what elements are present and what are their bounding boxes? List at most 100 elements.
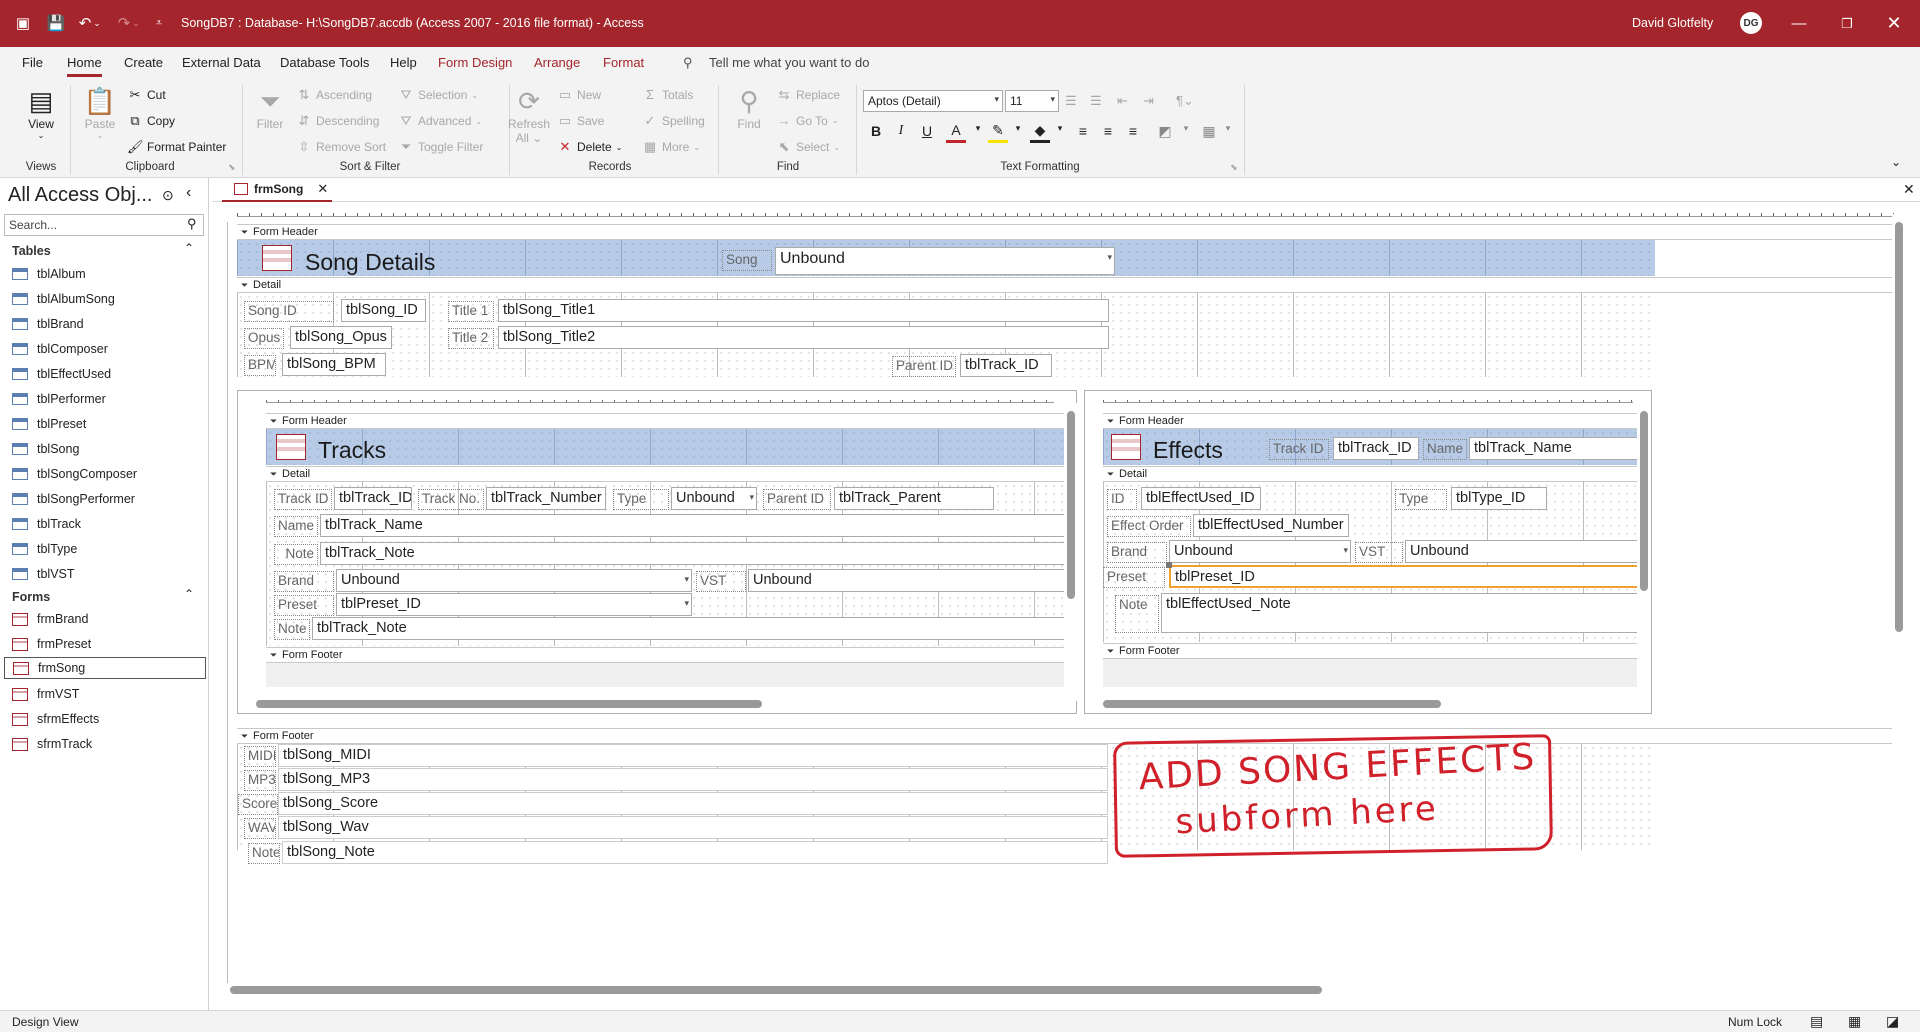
copy-button[interactable]: ⧉ Copy <box>127 113 175 129</box>
song-note-field[interactable]: tblSong_Note <box>282 841 1108 864</box>
type-label[interactable]: Type <box>613 489 669 510</box>
opus-label[interactable]: Opus <box>244 328 284 349</box>
totals-button[interactable]: Σ Totals <box>642 87 693 102</box>
nav-item-tbleffectused[interactable]: tblEffectUsed <box>12 363 204 385</box>
brand-combo[interactable]: Unbound ▾ <box>336 569 692 592</box>
scroll-thumb[interactable] <box>1640 411 1648 591</box>
tab-help[interactable]: Help <box>390 55 417 70</box>
ascending-button[interactable]: ⇅ Ascending <box>296 87 373 103</box>
bpm-label[interactable]: BPM <box>244 355 276 376</box>
preset-id-field-selected[interactable]: tblPreset_ID <box>1169 565 1639 588</box>
nav-item-frmpreset[interactable]: frmPreset <box>12 633 204 655</box>
nav-item-frmsong[interactable]: frmSong <box>4 657 206 679</box>
section-detail[interactable]: Detail <box>237 277 1897 293</box>
advanced-button[interactable]: ⛛ Advanced ⌄ <box>398 113 483 129</box>
tab-create[interactable]: Create <box>124 55 163 70</box>
preset-label[interactable]: Preset <box>274 595 334 616</box>
vst-label[interactable]: VST <box>1355 542 1403 563</box>
search-input[interactable]: Search... <box>4 214 204 236</box>
tell-me-search[interactable]: Tell me what you want to do <box>709 55 869 70</box>
song-combo[interactable]: Unbound ▾ <box>775 247 1115 275</box>
chevron-down-icon[interactable]: ▾ <box>1176 123 1196 143</box>
song-id-field[interactable]: tblSong_ID <box>341 299 426 322</box>
tab-form-design[interactable]: Form Design <box>438 55 512 70</box>
midi-field[interactable]: tblSong_MIDI <box>278 744 1108 767</box>
form-view-icon[interactable]: ▤ <box>1810 1013 1823 1030</box>
note2-label[interactable]: Note <box>274 619 310 640</box>
close-document-icon[interactable]: ✕ <box>1903 181 1915 198</box>
go-to-button[interactable]: → Go To ⌄ <box>776 113 839 128</box>
chevron-down-icon[interactable]: ▾ <box>1050 123 1070 143</box>
remove-sort-button[interactable]: ⇳ Remove Sort <box>296 139 386 155</box>
track-id-field[interactable]: tblTrack_ID <box>1333 437 1419 460</box>
nav-item-tblperformer[interactable]: tblPerformer <box>12 388 204 410</box>
track-number-field[interactable]: tblTrack_Number <box>486 487 606 510</box>
effect-used-number-field[interactable]: tblEffectUsed_Number <box>1193 514 1349 537</box>
vst-field[interactable]: Unbound <box>1405 540 1639 563</box>
name-label[interactable]: Name <box>1423 439 1467 460</box>
avatar[interactable]: DG <box>1740 12 1762 34</box>
gridlines-icon[interactable]: ▦ <box>1199 123 1219 143</box>
mp3-label[interactable]: MP3 <box>244 770 276 791</box>
scroll-thumb[interactable] <box>230 986 1322 994</box>
note-label[interactable]: Note <box>248 843 280 864</box>
track-id-label[interactable]: Track ID <box>1269 439 1329 460</box>
selection-button[interactable]: ⛛ Selection ⌄ <box>398 87 479 103</box>
paragraph-direction-icon[interactable]: ¶⌄ <box>1176 93 1194 109</box>
tab-external-data[interactable]: External Data <box>182 55 261 70</box>
parent-id-field[interactable]: tblTrack_ID <box>960 354 1052 377</box>
user-name[interactable]: David Glotfelty <box>1632 16 1713 30</box>
undo-dropdown-icon[interactable]: ⌄ <box>92 12 102 34</box>
nav-item-tblsongperformer[interactable]: tblSongPerformer <box>12 488 204 510</box>
scroll-thumb[interactable] <box>1895 222 1903 632</box>
nav-item-tbltrack[interactable]: tblTrack <box>12 513 204 535</box>
fill-color-icon[interactable]: ◆ <box>1030 122 1050 143</box>
opus-field[interactable]: tblSong_Opus <box>290 326 392 349</box>
move-handle[interactable] <box>1166 562 1172 568</box>
descending-button[interactable]: ⇵ Descending <box>296 113 380 129</box>
save-record-button[interactable]: ▭ Save <box>557 113 605 129</box>
minimize-icon[interactable]: — <box>1776 0 1822 47</box>
title1-field[interactable]: tblSong_Title1 <box>498 299 1109 322</box>
section-detail[interactable]: Detail <box>1103 466 1639 482</box>
decrease-indent-icon[interactable]: ⇤ <box>1117 93 1128 109</box>
horizontal-scrollbar[interactable] <box>1089 697 1635 711</box>
tab-database-tools[interactable]: Database Tools <box>280 55 369 70</box>
parent-id-label[interactable]: Parent ID <box>892 356 956 377</box>
underline-button[interactable]: U <box>917 123 937 143</box>
tab-home[interactable]: Home <box>67 55 102 77</box>
vst-label[interactable]: VST <box>696 571 746 592</box>
title1-label[interactable]: Title 1 <box>448 301 494 322</box>
vertical-scrollbar[interactable] <box>1064 403 1078 701</box>
nav-item-frmvst[interactable]: frmVST <box>12 683 204 705</box>
font-color-icon[interactable]: A <box>946 122 966 143</box>
font-size-select[interactable]: 11 ▾ <box>1005 90 1059 112</box>
filter-button[interactable]: ⏷ Filter <box>250 85 290 131</box>
track-name-field[interactable]: tblTrack_Name <box>320 514 1066 537</box>
bpm-field[interactable]: tblSong_BPM <box>282 353 386 376</box>
wav-label[interactable]: WAV <box>244 818 276 839</box>
nav-item-tblalbumsong[interactable]: tblAlbumSong <box>12 288 204 310</box>
select-button[interactable]: ⬉ Select ⌄ <box>776 139 841 155</box>
type-id-field[interactable]: tblType_ID <box>1451 487 1547 510</box>
collapse-ribbon-icon[interactable]: ⌄ <box>1891 155 1901 169</box>
new-record-button[interactable]: ▭ New <box>557 87 601 103</box>
title2-label[interactable]: Title 2 <box>448 328 494 349</box>
scroll-thumb[interactable] <box>1067 411 1075 599</box>
parent-id-label[interactable]: Parent ID <box>763 489 831 510</box>
nav-item-sfrmtrack[interactable]: sfrmTrack <box>12 733 204 755</box>
section-form-footer[interactable]: Form Footer <box>266 647 1066 663</box>
nav-item-tblbrand[interactable]: tblBrand <box>12 313 204 335</box>
increase-indent-icon[interactable]: ⇥ <box>1143 93 1154 109</box>
note-label[interactable]: Note <box>1115 595 1159 633</box>
effect-used-id-field[interactable]: tblEffectUsed_ID <box>1141 487 1261 510</box>
brand-label[interactable]: Brand <box>1107 542 1167 563</box>
format-painter-button[interactable]: 🖌 Format Painter <box>127 139 226 155</box>
bullets-icon[interactable]: ☰ <box>1065 93 1077 109</box>
redo-dropdown-icon[interactable]: ⌄ <box>131 12 141 34</box>
chevron-up-icon[interactable]: ⌃ <box>184 587 194 601</box>
bold-button[interactable]: B <box>866 123 886 143</box>
section-form-header[interactable]: Form Header <box>237 224 1897 240</box>
nav-item-tblcomposer[interactable]: tblComposer <box>12 338 204 360</box>
view-button[interactable]: ▤ View ⌄ <box>20 85 62 140</box>
